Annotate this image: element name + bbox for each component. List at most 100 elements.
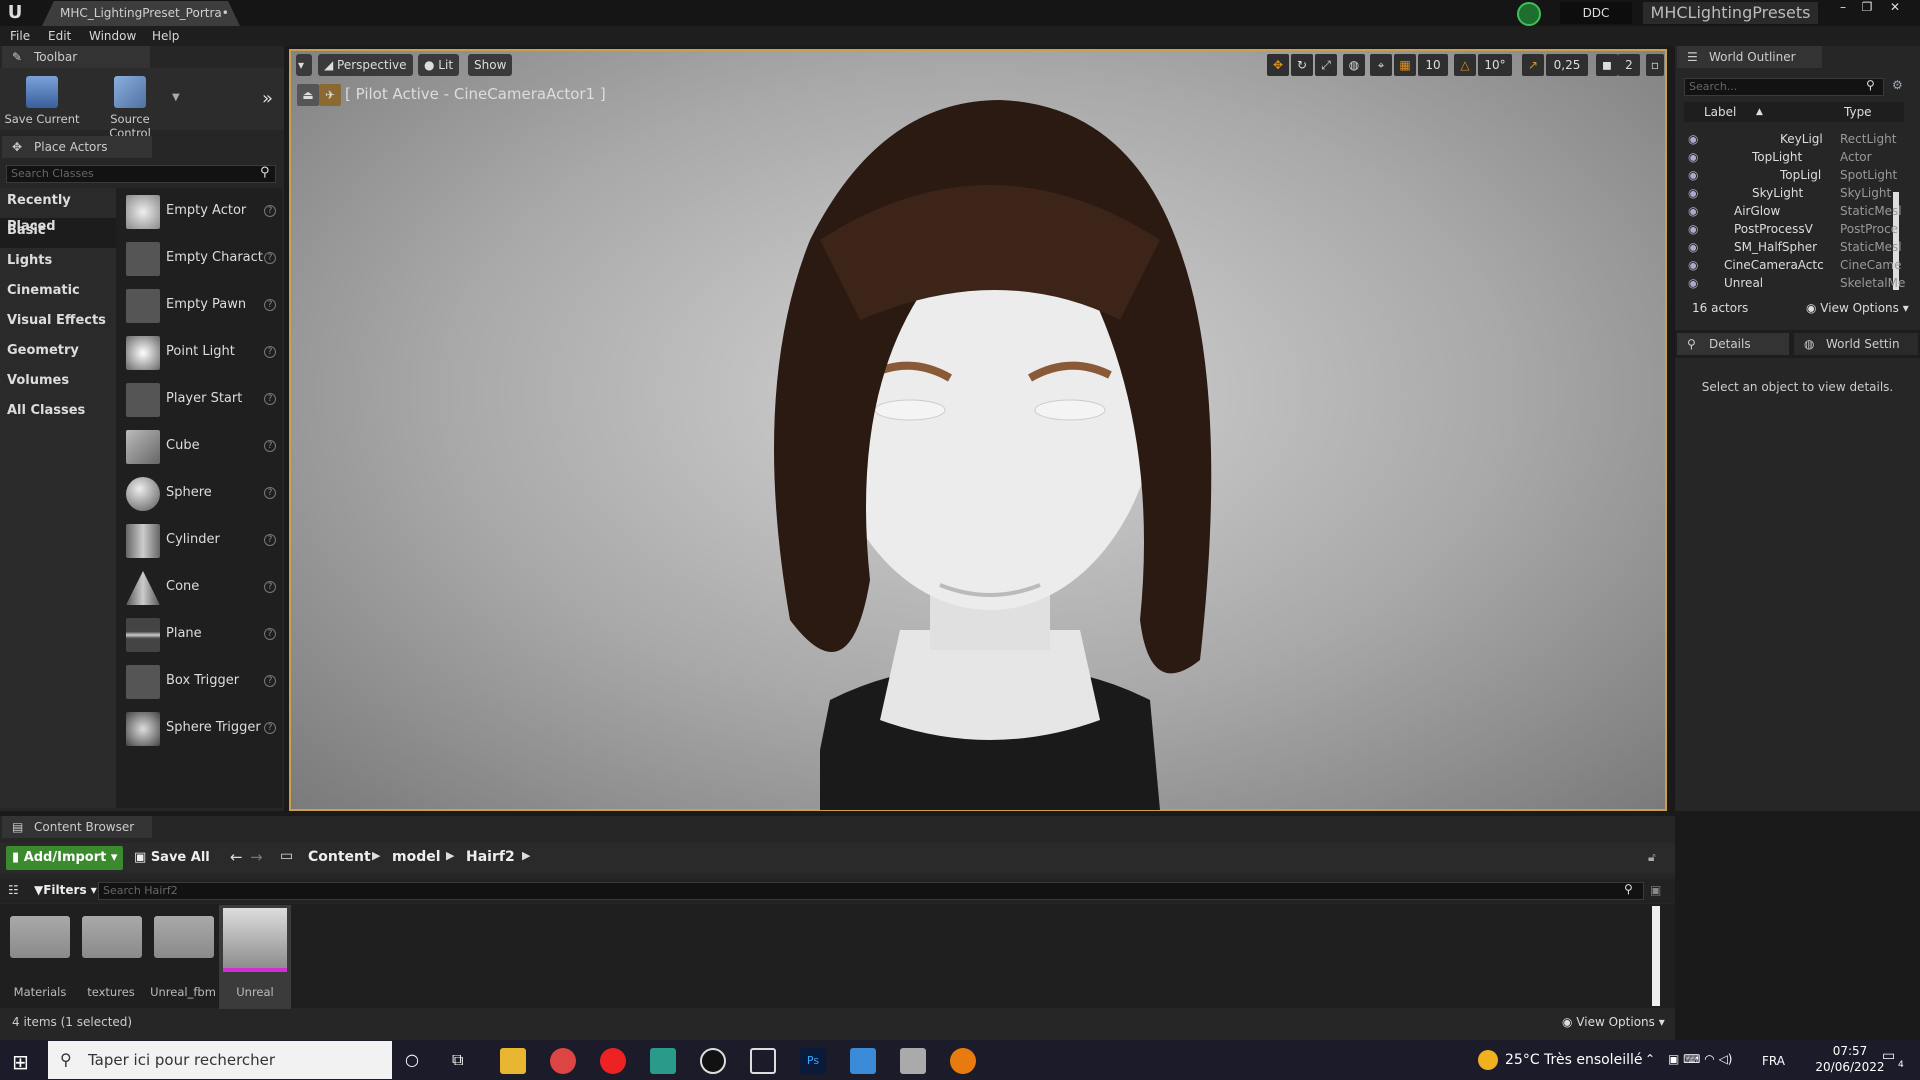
visibility-eye-icon[interactable]: ◉ [1688, 274, 1698, 292]
help-icon[interactable]: ? [264, 393, 276, 405]
camera-speed-icon[interactable]: ◼ [1596, 54, 1618, 76]
back-arrow-icon[interactable]: ← [230, 848, 243, 866]
folder-icon[interactable] [82, 916, 142, 958]
add-import-button[interactable]: ▮ Add/Import ▾ [6, 846, 123, 870]
actor-item-empty-character[interactable]: Empty Charact? [116, 235, 282, 282]
sources-toggle-icon[interactable]: ☷ [8, 883, 19, 897]
visibility-eye-icon[interactable]: ◉ [1688, 148, 1698, 166]
breadcrumb-content[interactable]: Content [308, 849, 371, 865]
close-icon[interactable]: ✕ [1884, 0, 1906, 16]
help-icon[interactable]: ? [264, 722, 276, 734]
unreal-logo-icon[interactable]: U [4, 2, 26, 24]
type-column-header[interactable]: Type [1844, 102, 1872, 122]
outliner-search-input[interactable]: Search... [1684, 78, 1884, 96]
minimize-icon[interactable]: – [1832, 0, 1854, 16]
visibility-eye-icon[interactable]: ◉ [1688, 238, 1698, 256]
unreal-engine-icon[interactable] [700, 1048, 726, 1074]
category-recently-placed[interactable]: Recently Placed [0, 188, 116, 234]
forward-arrow-icon[interactable]: → [250, 848, 263, 866]
notifications-icon[interactable]: ▭ [1882, 1048, 1895, 1064]
world-settings-tab[interactable]: ◍ World Settin [1794, 333, 1918, 355]
category-lights[interactable]: Lights [0, 248, 116, 278]
outliner-view-options-button[interactable]: ◉ View Options ▾ [1806, 301, 1909, 315]
expand-toolbar-icon[interactable]: » [262, 88, 273, 109]
chrome-icon[interactable] [550, 1048, 576, 1074]
menu-help[interactable]: Help [152, 27, 179, 45]
actor-item-box-trigger[interactable]: Box Trigger? [116, 658, 282, 705]
viewport-options-icon[interactable]: ▾ [296, 54, 312, 76]
menu-window[interactable]: Window [89, 27, 136, 45]
outliner-row[interactable]: ◉ TopLight Actor [1684, 148, 1904, 166]
category-all-classes[interactable]: All Classes [0, 398, 116, 428]
visibility-eye-icon[interactable]: ◉ [1688, 166, 1698, 184]
world-space-icon[interactable]: ◍ [1343, 54, 1365, 76]
help-icon[interactable]: ? [264, 581, 276, 593]
visibility-eye-icon[interactable]: ◉ [1688, 256, 1698, 274]
photos-icon[interactable] [850, 1048, 876, 1074]
help-icon[interactable]: ? [264, 628, 276, 640]
menu-file[interactable]: File [10, 27, 30, 45]
maximize-icon[interactable]: ❐ [1856, 0, 1878, 16]
actor-item-cylinder[interactable]: Cylinder? [116, 517, 282, 564]
details-tab[interactable]: ⚲ Details [1677, 333, 1789, 355]
weather-sun-icon[interactable] [1478, 1050, 1498, 1070]
cortana-icon[interactable]: ○ [405, 1050, 419, 1069]
category-visual-effects[interactable]: Visual Effects [0, 308, 116, 338]
photoshop-icon[interactable]: Ps [800, 1048, 826, 1074]
category-volumes[interactable]: Volumes [0, 368, 116, 398]
search-classes-input[interactable]: Search Classes [6, 165, 276, 183]
rotation-snap-icon[interactable]: △ [1454, 54, 1476, 76]
system-clock[interactable]: 07:57 20/06/2022 [1815, 1043, 1885, 1075]
content-search-input[interactable]: Search Hairf2 [98, 882, 1644, 900]
outliner-row[interactable]: ◉ AirGlow StaticMesl [1684, 202, 1904, 220]
weather-text[interactable]: 25°C Très ensoleillé [1505, 1052, 1642, 1068]
category-geometry[interactable]: Geometry [0, 338, 116, 368]
actor-item-sphere[interactable]: Sphere? [116, 470, 282, 517]
help-icon[interactable]: ? [264, 487, 276, 499]
actor-item-cube[interactable]: Cube? [116, 423, 282, 470]
outliner-row[interactable]: ◉ KeyLigl RectLight [1684, 130, 1904, 148]
help-icon[interactable]: ? [264, 346, 276, 358]
actor-item-empty-pawn[interactable]: Empty Pawn? [116, 282, 282, 329]
lock-icon[interactable]: 🔓︎ [1648, 850, 1656, 865]
camera-speed-value[interactable]: 2 [1618, 54, 1640, 76]
menu-edit[interactable]: Edit [48, 27, 71, 45]
category-basic[interactable]: Basic [0, 218, 116, 248]
outliner-settings-icon[interactable]: ⚙ [1892, 78, 1903, 92]
tray-icons[interactable]: ▣ ⌨ ◠ ◁) [1668, 1052, 1732, 1066]
outliner-row[interactable]: ◉ Unreal SkeletalMe [1684, 274, 1905, 292]
breadcrumb-separator-icon[interactable]: ▶ [522, 849, 530, 862]
eject-pilot-icon[interactable]: ⏏ [297, 84, 319, 106]
task-view-icon[interactable]: ⧉ [452, 1050, 463, 1070]
breadcrumb-separator-icon[interactable]: ▶ [446, 849, 454, 862]
metahuman-icon[interactable] [650, 1048, 676, 1074]
scale-gizmo-icon[interactable]: ⤢ [1315, 54, 1337, 76]
source-control-button[interactable]: Source Control [88, 70, 172, 140]
scale-snap-value[interactable]: 0,25 [1546, 54, 1588, 76]
chevron-up-icon[interactable]: ⌃ [1645, 1052, 1655, 1066]
maximize-viewport-icon[interactable]: ▫ [1646, 54, 1664, 76]
category-cinematic[interactable]: Cinematic [0, 278, 116, 308]
breadcrumb-hairf2[interactable]: Hairf2 [466, 849, 515, 865]
grid-snap-icon[interactable]: ▦ [1394, 54, 1416, 76]
folder-icon[interactable] [154, 916, 214, 958]
actor-item-player-start[interactable]: Player Start? [116, 376, 282, 423]
ddc-indicator[interactable]: DDC [1560, 2, 1632, 24]
help-icon[interactable]: ? [264, 440, 276, 452]
source-control-dropdown-icon[interactable]: ▼ [172, 92, 180, 103]
breadcrumb-model[interactable]: model [392, 849, 441, 865]
app-icon[interactable] [900, 1048, 926, 1074]
taskbar-search-input[interactable]: Taper ici pour rechercher [48, 1041, 392, 1079]
language-indicator[interactable]: FRA [1762, 1054, 1785, 1068]
visibility-eye-icon[interactable]: ◉ [1688, 184, 1698, 202]
actor-item-empty-actor[interactable]: Empty Actor? [116, 188, 282, 235]
lit-button[interactable]: ● Lit [418, 54, 460, 76]
scale-snap-icon[interactable]: ↗ [1522, 54, 1544, 76]
perspective-button[interactable]: ◢ Perspective [318, 54, 413, 76]
outliner-row[interactable]: ◉ PostProcessV PostProce [1684, 220, 1904, 238]
asset-grid-scrollbar[interactable] [1652, 906, 1660, 1006]
label-column-header[interactable]: Label [1704, 102, 1736, 122]
actor-item-sphere-trigger[interactable]: Sphere Trigger? [116, 705, 282, 752]
status-shield-icon[interactable] [1517, 2, 1541, 26]
cube-app-icon[interactable] [750, 1048, 776, 1074]
